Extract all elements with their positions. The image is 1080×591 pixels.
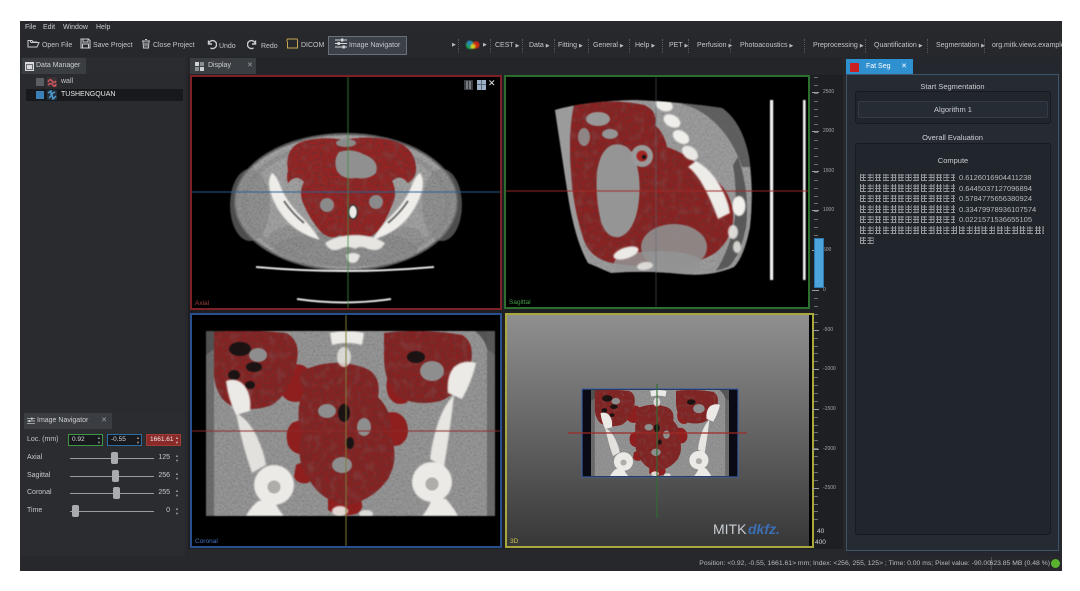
svg-text:dkfz.: dkfz.	[748, 521, 780, 537]
svg-text:MITK: MITK	[713, 521, 747, 537]
